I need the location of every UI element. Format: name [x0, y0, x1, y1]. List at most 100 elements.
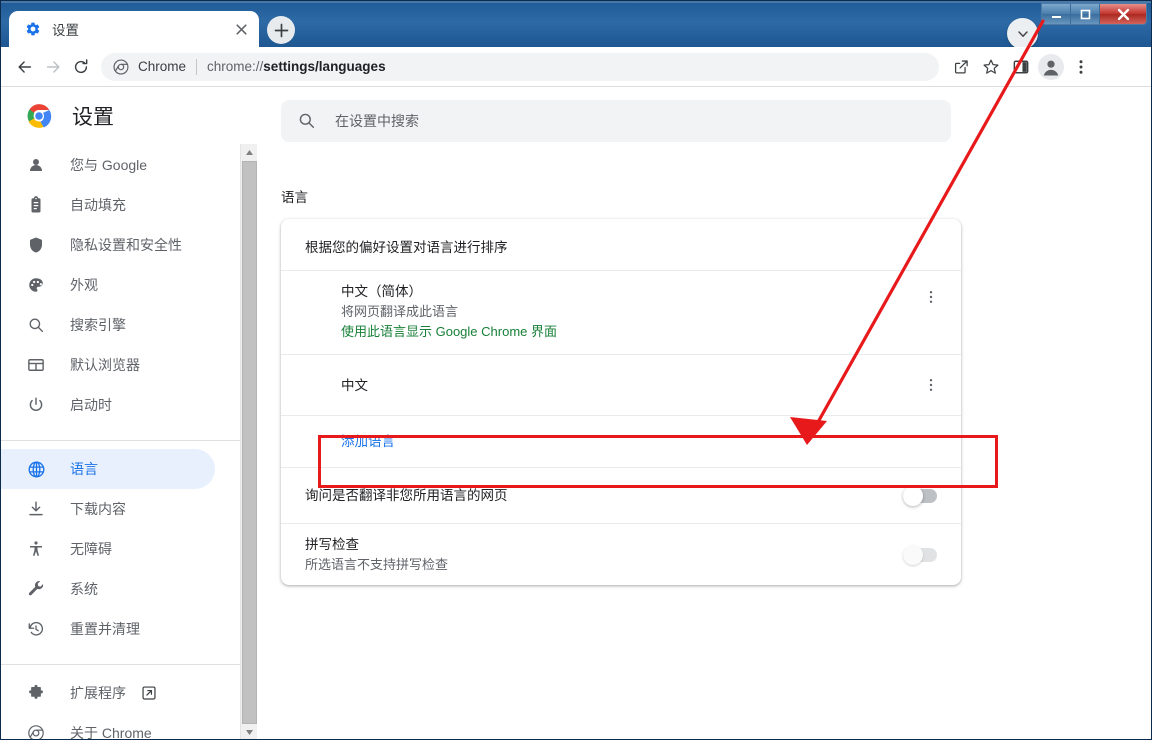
toggle-knob	[903, 544, 923, 565]
settings-main: 在设置中搜索 语言 根据您的偏好设置对语言进行排序 中文（简体） 将网页翻译成此…	[257, 87, 1151, 739]
scrollbar-down-arrow[interactable]	[241, 724, 258, 739]
sidebar-item-label: 搜索引擎	[70, 317, 126, 333]
spell-check-row[interactable]: 拼写检查 所选语言不支持拼写检查	[281, 523, 961, 585]
scrollbar-thumb[interactable]	[242, 161, 257, 724]
spell-check-subtitle: 所选语言不支持拼写检查	[305, 557, 449, 572]
profile-avatar-icon	[1038, 53, 1064, 80]
sidebar-group-3: 扩展程序 关于 Chrome	[1, 673, 257, 739]
sidebar-item-appearance[interactable]: 外观	[1, 265, 215, 305]
sidebar-item-default-browser[interactable]: 默认浏览器	[1, 345, 215, 385]
chrome-logo-icon	[26, 103, 52, 129]
accessibility-icon	[26, 539, 46, 559]
offer-translate-row[interactable]: 询问是否翻译非您所用语言的网页	[281, 467, 961, 523]
language-display-link[interactable]: 使用此语言显示 Google Chrome 界面	[341, 322, 917, 342]
sidebar-item-label: 启动时	[70, 397, 112, 413]
browser-window-icon	[26, 355, 46, 375]
list-item[interactable]: 中文	[281, 354, 961, 415]
sidebar-item-label: 无障碍	[70, 541, 112, 557]
offer-translate-toggle[interactable]	[903, 485, 937, 506]
browser-window: 设置 Chrome chrome://settings/languages 设置…	[0, 0, 1152, 740]
sidebar-group-2: 语言 下载内容 无障碍 系统 重置并清理	[1, 449, 257, 657]
sidebar-item-accessibility[interactable]: 无障碍	[1, 529, 215, 569]
language-info: 中文	[341, 375, 917, 396]
palette-icon	[26, 275, 46, 295]
language-list: 中文（简体） 将网页翻译成此语言 使用此语言显示 Google Chrome 界…	[281, 270, 961, 415]
chrome-logo-icon	[113, 58, 129, 75]
search-area: 在设置中搜索	[257, 87, 1151, 142]
tab-close-button[interactable]	[231, 19, 251, 39]
settings-page: 设置 您与 Google 自动填充 隐私设置和安全性 外观 搜索引擎 默认浏览器…	[1, 87, 1151, 739]
browser-toolbar: Chrome chrome://settings/languages	[1, 47, 1151, 87]
sidebar-item-label: 默认浏览器	[70, 357, 140, 373]
url-prefix: chrome://	[207, 59, 264, 74]
search-icon	[297, 111, 317, 131]
bookmark-button[interactable]	[977, 53, 1005, 81]
add-language-row[interactable]: 添加语言	[281, 415, 961, 467]
sidebar-item-languages[interactable]: 语言	[1, 449, 215, 489]
sidebar-item-downloads[interactable]: 下载内容	[1, 489, 215, 529]
profile-avatar[interactable]	[1037, 53, 1065, 81]
spell-check-toggle[interactable]	[903, 544, 937, 565]
language-name: 中文（简体）	[341, 284, 422, 299]
person-icon	[26, 155, 46, 175]
shield-icon	[26, 235, 46, 255]
languages-card: 根据您的偏好设置对语言进行排序 中文（简体） 将网页翻译成此语言 使用此语言显示…	[281, 219, 961, 585]
sidebar-group-1: 您与 Google 自动填充 隐私设置和安全性 外观 搜索引擎 默认浏览器 启动…	[1, 145, 257, 433]
forward-button[interactable]	[39, 53, 67, 81]
reload-button[interactable]	[67, 53, 95, 81]
sidebar-item-you-and-google[interactable]: 您与 Google	[1, 145, 215, 185]
share-icon	[954, 59, 968, 73]
toggle-knob	[903, 485, 923, 506]
globe-icon	[26, 459, 46, 479]
restore-history-icon	[26, 619, 46, 639]
sidebar-divider	[1, 664, 240, 665]
three-dot-menu-icon	[1079, 59, 1083, 74]
forward-arrow-icon	[46, 60, 60, 73]
sidebar-item-about-chrome[interactable]: 关于 Chrome	[1, 713, 215, 739]
sidebar-item-autofill[interactable]: 自动填充	[1, 185, 215, 225]
sidebar-scrollbar[interactable]	[240, 144, 258, 739]
tab-title: 设置	[52, 23, 79, 38]
settings-search-box[interactable]: 在设置中搜索	[281, 100, 951, 142]
sidebar-item-label: 您与 Google	[70, 157, 148, 173]
three-dot-menu-icon	[929, 291, 933, 303]
sidebar-item-label: 扩展程序	[70, 685, 126, 701]
back-button[interactable]	[11, 53, 39, 81]
list-item[interactable]: 中文（简体） 将网页翻译成此语言 使用此语言显示 Google Chrome 界…	[281, 270, 961, 354]
side-panel-button[interactable]	[1007, 53, 1035, 81]
search-icon	[26, 315, 46, 335]
power-icon	[26, 395, 46, 415]
address-bar[interactable]: Chrome chrome://settings/languages	[101, 52, 939, 81]
sidebar-item-search-engine[interactable]: 搜索引擎	[1, 305, 215, 345]
sidebar-item-label: 语言	[70, 461, 98, 477]
sidebar-item-on-startup[interactable]: 启动时	[1, 385, 215, 425]
omnibox-url: chrome://settings/languages	[207, 59, 386, 74]
add-language-link[interactable]: 添加语言	[341, 434, 395, 449]
card-heading: 根据您的偏好设置对语言进行排序	[305, 240, 508, 255]
omnibox-divider	[196, 58, 198, 75]
sidebar-item-extensions[interactable]: 扩展程序	[1, 673, 215, 713]
external-link-icon	[142, 686, 156, 700]
sidebar-item-privacy-security[interactable]: 隐私设置和安全性	[1, 225, 215, 265]
tab-settings[interactable]: 设置	[9, 11, 259, 47]
language-menu-button[interactable]	[917, 283, 945, 311]
sidebar-item-label: 自动填充	[70, 197, 126, 213]
language-menu-button[interactable]	[917, 371, 945, 399]
settings-gear-icon	[25, 21, 41, 37]
scrollbar-up-arrow[interactable]	[241, 144, 258, 161]
spell-check-text: 拼写检查 所选语言不支持拼写检查	[305, 535, 903, 574]
download-icon	[26, 499, 46, 519]
share-button[interactable]	[947, 53, 975, 81]
search-input-placeholder: 在设置中搜索	[335, 113, 419, 129]
page-title: 设置	[72, 105, 114, 129]
sidebar-item-label: 下载内容	[70, 501, 126, 517]
chrome-menu-button[interactable]	[1067, 53, 1095, 81]
sidebar-item-label: 外观	[70, 277, 98, 293]
toolbar-right-icons	[947, 53, 1099, 81]
side-panel-icon	[1013, 60, 1029, 73]
sidebar-item-system[interactable]: 系统	[1, 569, 215, 609]
sidebar-item-reset-cleanup[interactable]: 重置并清理	[1, 609, 215, 649]
tab-strip: 设置	[1, 11, 1151, 47]
new-tab-button[interactable]	[267, 16, 295, 44]
sidebar-nav: 您与 Google 自动填充 隐私设置和安全性 外观 搜索引擎 默认浏览器 启动…	[1, 144, 257, 739]
